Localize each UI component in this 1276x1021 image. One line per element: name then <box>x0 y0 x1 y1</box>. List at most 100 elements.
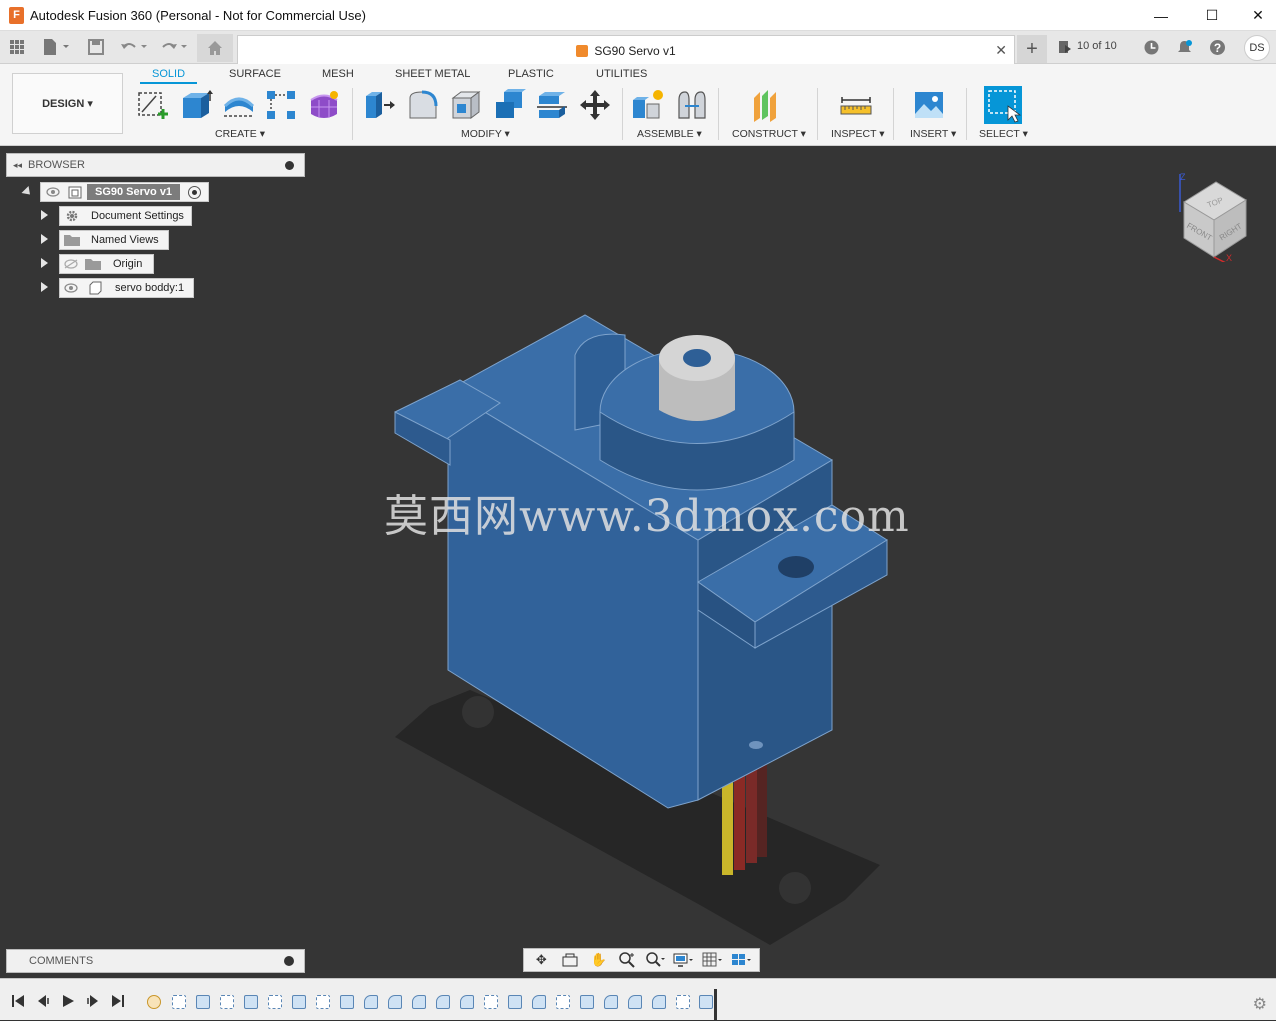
modify-group-label[interactable]: MODIFY ▾ <box>461 128 510 140</box>
offset-plane-icon[interactable] <box>750 88 784 122</box>
notifications-bell-icon[interactable] <box>1174 37 1194 57</box>
maximize-button[interactable]: ☐ <box>1189 0 1235 31</box>
orbit-icon[interactable]: ✥ <box>530 951 552 969</box>
insert-image-icon[interactable] <box>912 88 946 122</box>
tab-sheet-metal[interactable]: SHEET METAL <box>395 68 470 80</box>
create-group-label[interactable]: CREATE ▾ <box>215 128 265 140</box>
comments-panel-header[interactable]: COMMENTS <box>6 949 305 973</box>
home-icon[interactable] <box>197 34 233 62</box>
help-icon[interactable]: ? <box>1207 37 1227 57</box>
timeline-feature-component[interactable] <box>147 995 161 1009</box>
fit-zoom-icon[interactable] <box>645 951 667 969</box>
browser-item-origin[interactable]: Origin <box>59 254 154 274</box>
redo-icon[interactable] <box>158 37 190 57</box>
timeline-end-icon[interactable] <box>109 993 127 1009</box>
timeline-step-back-icon[interactable] <box>34 993 52 1009</box>
panel-pin-icon[interactable] <box>285 161 294 170</box>
revolve-icon[interactable] <box>222 88 256 122</box>
expand-arrow-icon[interactable] <box>41 210 48 220</box>
combine-icon[interactable] <box>492 88 526 122</box>
timeline-feature-fillet[interactable] <box>604 995 618 1009</box>
timeline-feature-sketch[interactable] <box>316 995 330 1009</box>
expand-arrow-icon[interactable] <box>41 282 48 292</box>
grid-settings-icon[interactable] <box>702 951 724 969</box>
timeline-feature-sketch[interactable] <box>556 995 570 1009</box>
extrude-icon[interactable] <box>179 88 213 122</box>
history-clock-icon[interactable] <box>1141 37 1161 57</box>
timeline-settings-gear-icon[interactable]: ⚙ <box>1253 994 1267 1014</box>
split-body-icon[interactable] <box>535 88 569 122</box>
minimize-button[interactable]: — <box>1138 0 1184 31</box>
browser-item-named-views[interactable]: Named Views <box>59 230 169 250</box>
job-status-icon[interactable] <box>1057 37 1073 57</box>
look-at-icon[interactable] <box>559 951 581 969</box>
expand-arrow-icon[interactable] <box>41 234 48 244</box>
tab-plastic[interactable]: PLASTIC <box>508 68 554 80</box>
zoom-icon[interactable] <box>616 951 638 969</box>
timeline-marker[interactable] <box>714 989 717 1021</box>
timeline-feature-sketch[interactable] <box>484 995 498 1009</box>
undo-icon[interactable] <box>118 37 150 57</box>
visibility-eye-icon[interactable] <box>63 283 79 293</box>
display-settings-icon[interactable] <box>673 951 695 969</box>
measure-icon[interactable] <box>839 88 873 122</box>
select-group-label[interactable]: SELECT ▾ <box>979 128 1028 140</box>
timeline-feature-fillet[interactable] <box>436 995 450 1009</box>
timeline-feature-fillet[interactable] <box>388 995 402 1009</box>
timeline-play-icon[interactable] <box>59 993 77 1009</box>
inspect-group-label[interactable]: INSPECT ▾ <box>831 128 885 140</box>
tab-surface[interactable]: SURFACE <box>229 68 281 80</box>
press-pull-icon[interactable] <box>362 88 396 122</box>
joint-icon[interactable] <box>675 88 709 122</box>
new-component-icon[interactable] <box>631 88 665 122</box>
timeline-feature-fillet[interactable] <box>532 995 546 1009</box>
3d-viewport[interactable]: 莫西网www.3dmox.com TOP FRONT RIGHT Z X <box>0 146 1276 978</box>
timeline-feature-sketch[interactable] <box>676 995 690 1009</box>
collapse-panel-icon[interactable]: ◂◂ <box>13 160 22 171</box>
timeline-feature-fillet[interactable] <box>412 995 426 1009</box>
timeline-feature-extrude[interactable] <box>508 995 522 1009</box>
app-grid-icon[interactable] <box>8 37 26 57</box>
timeline-step-forward-icon[interactable] <box>84 993 102 1009</box>
insert-group-label[interactable]: INSERT ▾ <box>910 128 956 140</box>
activate-radio-icon[interactable] <box>188 185 202 199</box>
move-copy-icon[interactable] <box>578 88 612 122</box>
timeline-feature-fillet[interactable] <box>652 995 666 1009</box>
construct-group-label[interactable]: CONSTRUCT ▾ <box>732 128 806 140</box>
tab-utilities[interactable]: UTILITIES <box>596 68 647 80</box>
timeline-feature-fillet[interactable] <box>460 995 474 1009</box>
timeline-feature-fillet[interactable] <box>364 995 378 1009</box>
timeline-feature-extrude[interactable] <box>196 995 210 1009</box>
visibility-eye-icon[interactable] <box>45 186 61 198</box>
timeline-feature-extrude[interactable] <box>292 995 306 1009</box>
timeline-feature-sketch[interactable] <box>220 995 234 1009</box>
file-menu-icon[interactable] <box>40 37 72 57</box>
expand-arrow-icon[interactable] <box>41 258 48 268</box>
timeline-start-icon[interactable] <box>9 993 27 1009</box>
user-avatar[interactable]: DS <box>1244 35 1270 61</box>
close-window-button[interactable]: ✕ <box>1235 0 1276 31</box>
document-tab[interactable]: SG90 Servo v1 ✕ <box>237 35 1015 65</box>
timeline-feature-sketch[interactable] <box>172 995 186 1009</box>
shell-icon[interactable] <box>449 88 483 122</box>
timeline-feature-extrude[interactable] <box>580 995 594 1009</box>
timeline-feature-fillet[interactable] <box>628 995 642 1009</box>
hidden-eye-icon[interactable] <box>63 259 79 269</box>
timeline-feature-extrude[interactable] <box>699 995 713 1009</box>
workspace-switcher-button[interactable]: DESIGN ▾ <box>12 73 123 134</box>
timeline-feature-sketch[interactable] <box>268 995 282 1009</box>
save-icon[interactable] <box>86 37 106 57</box>
viewports-icon[interactable] <box>731 951 753 969</box>
timeline-feature-extrude[interactable] <box>340 995 354 1009</box>
fillet-icon[interactable] <box>406 88 440 122</box>
tab-solid[interactable]: SOLID <box>140 68 198 84</box>
rectangular-pattern-icon[interactable] <box>264 88 298 122</box>
tab-mesh[interactable]: MESH <box>322 68 354 80</box>
job-status-count[interactable]: 10 of 10 <box>1077 40 1117 52</box>
select-icon[interactable] <box>984 86 1022 124</box>
new-tab-button[interactable]: + <box>1017 35 1047 63</box>
browser-panel-header[interactable]: ◂◂ BROWSER <box>6 153 305 177</box>
servo-model[interactable] <box>0 146 1276 978</box>
close-tab-icon[interactable]: ✕ <box>995 42 1007 59</box>
add-comment-icon[interactable] <box>284 956 294 966</box>
